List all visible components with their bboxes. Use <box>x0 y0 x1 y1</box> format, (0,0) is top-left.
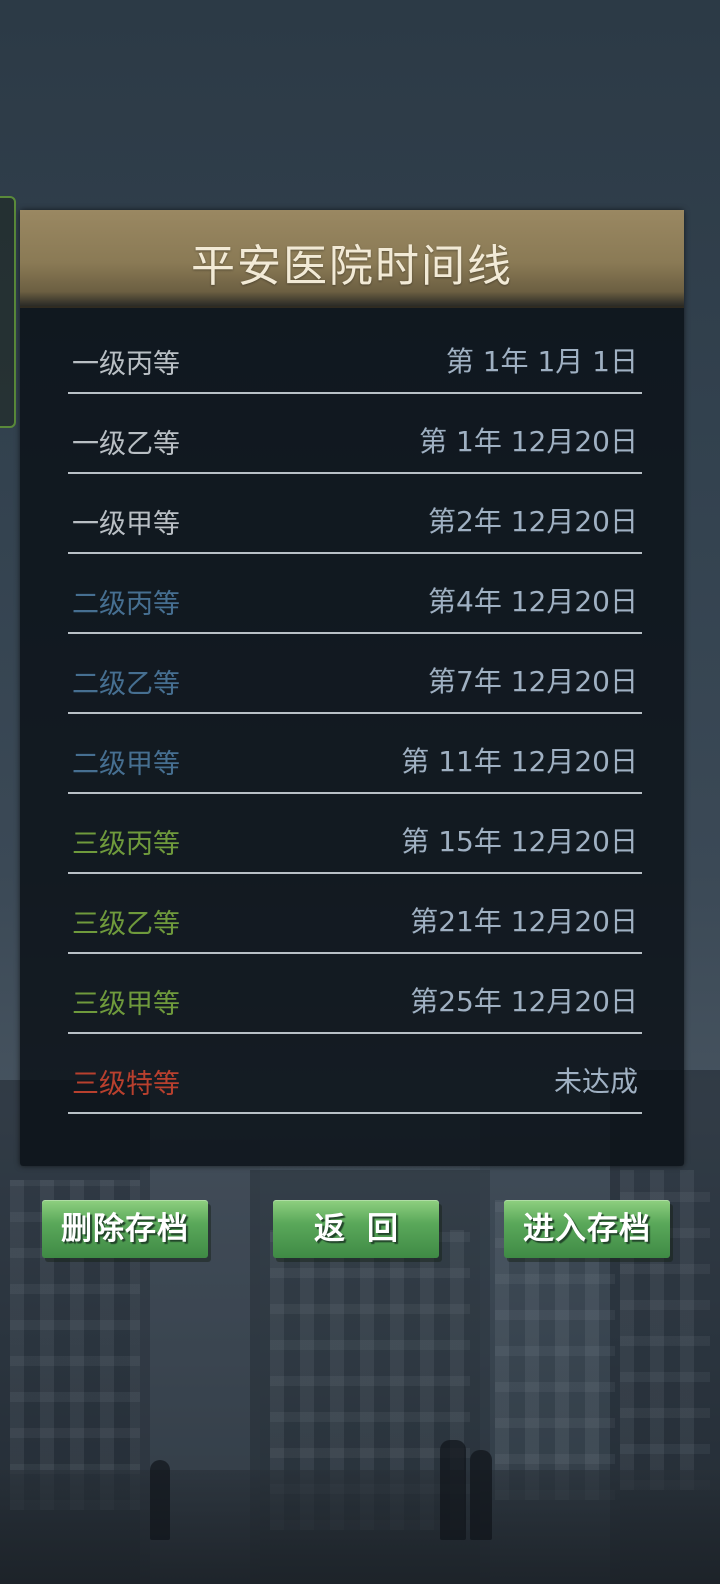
timeline-row: 三级甲等 第25年 12月20日 <box>68 954 642 1034</box>
level-date: 第4年 12月20日 <box>428 585 638 618</box>
level-date: 第 15年 12月20日 <box>401 825 638 858</box>
level-date: 第 11年 12月20日 <box>401 745 638 778</box>
level-date: 第7年 12月20日 <box>428 665 638 698</box>
side-drawer-tab[interactable] <box>0 196 16 428</box>
level-date: 未达成 <box>553 1065 638 1098</box>
level-label: 三级特等 <box>72 1069 180 1100</box>
level-label: 三级丙等 <box>72 829 180 860</box>
level-label: 三级乙等 <box>72 909 180 940</box>
level-label: 二级丙等 <box>72 589 180 620</box>
level-date: 第2年 12月20日 <box>428 505 638 538</box>
timeline-row: 一级丙等 第 1年 1月 1日 <box>68 314 642 394</box>
timeline-row: 二级丙等 第4年 12月20日 <box>68 554 642 634</box>
level-label: 二级乙等 <box>72 669 180 700</box>
level-date: 第25年 12月20日 <box>410 985 638 1018</box>
level-label: 一级甲等 <box>72 509 180 540</box>
timeline-row: 三级乙等 第21年 12月20日 <box>68 874 642 954</box>
timeline-row: 二级乙等 第7年 12月20日 <box>68 634 642 714</box>
level-date: 第21年 12月20日 <box>410 905 638 938</box>
timeline-row: 三级丙等 第 15年 12月20日 <box>68 794 642 874</box>
timeline-row: 一级甲等 第2年 12月20日 <box>68 474 642 554</box>
delete-save-button[interactable]: 删除存档 <box>42 1200 208 1258</box>
timeline-list: 一级丙等 第 1年 1月 1日 一级乙等 第 1年 12月20日 一级甲等 第2… <box>68 314 642 1114</box>
back-button[interactable]: 返回 <box>273 1200 439 1258</box>
panel-header: 平安医院时间线 <box>20 210 684 308</box>
level-date: 第 1年 1月 1日 <box>445 345 638 378</box>
panel-title: 平安医院时间线 <box>191 241 513 292</box>
timeline-row: 二级甲等 第 11年 12月20日 <box>68 714 642 794</box>
level-label: 二级甲等 <box>72 749 180 780</box>
enter-save-button[interactable]: 进入存档 <box>504 1200 670 1258</box>
timeline-row: 三级特等 未达成 <box>68 1034 642 1114</box>
level-label: 一级丙等 <box>72 349 180 380</box>
background-person <box>470 1450 492 1540</box>
level-date: 第 1年 12月20日 <box>419 425 638 458</box>
background-person <box>150 1460 170 1540</box>
level-label: 三级甲等 <box>72 989 180 1020</box>
level-label: 一级乙等 <box>72 429 180 460</box>
background-ground <box>0 1470 720 1584</box>
timeline-panel: 平安医院时间线 一级丙等 第 1年 1月 1日 一级乙等 第 1年 12月20日… <box>20 210 684 1166</box>
background-person <box>440 1440 466 1540</box>
timeline-row: 一级乙等 第 1年 12月20日 <box>68 394 642 474</box>
